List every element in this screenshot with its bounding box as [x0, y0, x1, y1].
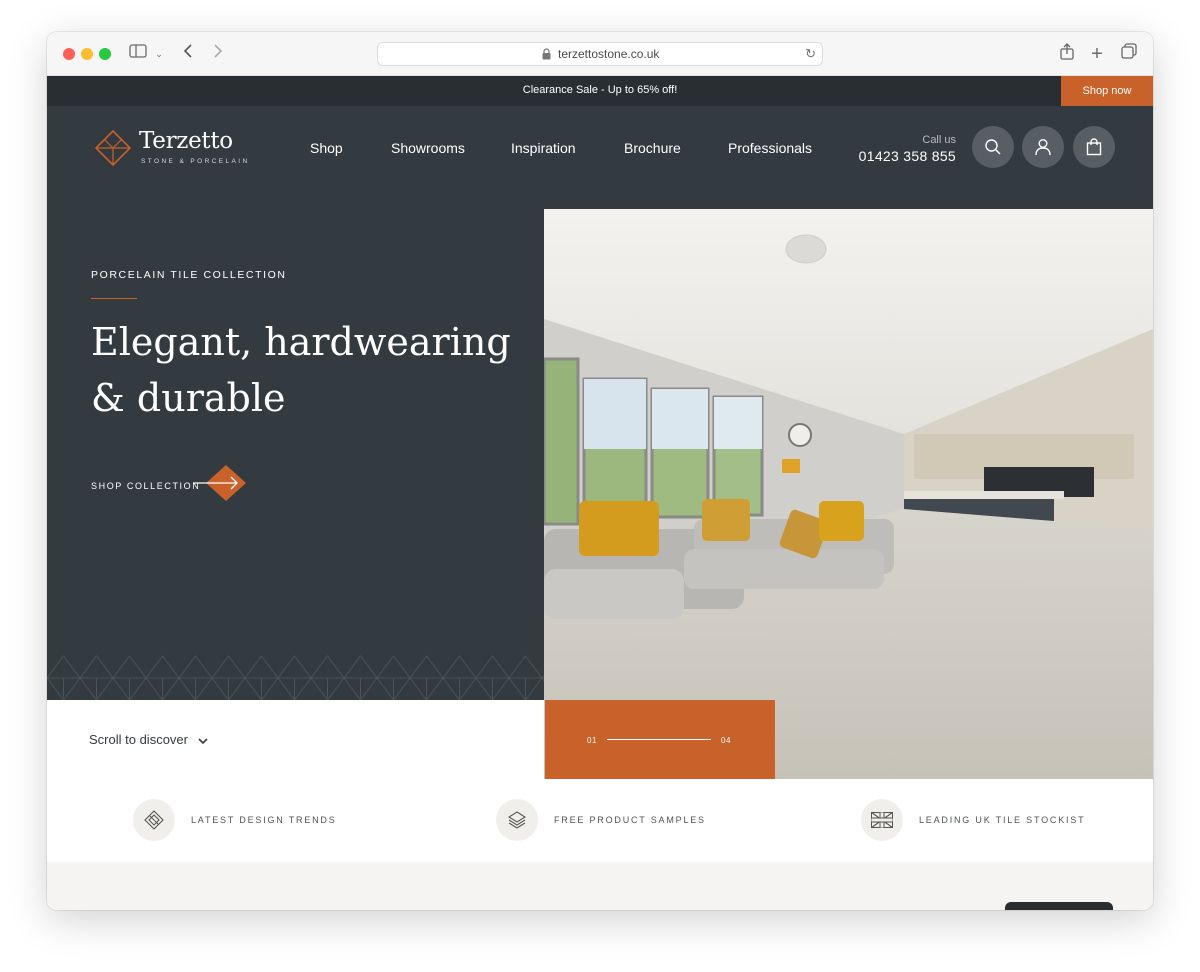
- browser-toolbar: ⌄ terzettostone.co.uk ↻ +: [47, 32, 1153, 76]
- usp-label: FREE PRODUCT SAMPLES: [554, 815, 706, 825]
- eyebrow-divider: [91, 298, 137, 299]
- tab-overview-icon[interactable]: [1119, 43, 1139, 65]
- phone-number-link[interactable]: 01423 358 855: [859, 148, 956, 164]
- logo-tagline: STONE & PORCELAIN: [141, 158, 250, 165]
- union-jack-icon: [861, 799, 903, 841]
- logo-wordmark[interactable]: Terzetto: [139, 128, 233, 154]
- account-icon: [1035, 139, 1051, 156]
- slide-progress-line: [607, 739, 711, 740]
- forward-arrow-icon[interactable]: [209, 43, 227, 65]
- shop-now-button[interactable]: Shop now: [1061, 76, 1153, 106]
- geometric-pattern: [47, 655, 544, 700]
- web-page: Clearance Sale - Up to 65% off! Shop now…: [47, 76, 1153, 910]
- cart-button[interactable]: [1073, 126, 1115, 168]
- chevron-down-icon[interactable]: ⌄: [153, 43, 165, 65]
- lock-icon: [542, 48, 551, 60]
- call-us-label: Call us: [922, 134, 956, 146]
- reload-icon[interactable]: ↻: [805, 46, 816, 62]
- share-icon[interactable]: [1057, 43, 1077, 65]
- slide-total-number: 04: [721, 736, 731, 745]
- zoom-window-button[interactable]: [99, 48, 111, 60]
- browser-window: ⌄ terzettostone.co.uk ↻ + Clearance Sale…: [47, 32, 1153, 910]
- layers-icon: [496, 799, 538, 841]
- nav-inspiration[interactable]: Inspiration: [511, 140, 576, 156]
- hero-eyebrow: PORCELAIN TILE COLLECTION: [91, 269, 287, 281]
- nav-brochure[interactable]: Brochure: [624, 140, 681, 156]
- shop-collection-link[interactable]: SHOP COLLECTION: [91, 481, 200, 491]
- next-section-band: [47, 862, 1153, 910]
- site-header: Terzetto STONE & PORCELAIN Shop Showroom…: [47, 106, 1153, 209]
- slide-current-number: 01: [587, 736, 597, 745]
- hero-image-living-room: [544, 209, 1153, 779]
- logo-diamond-icon[interactable]: [95, 130, 131, 166]
- chat-widget-tab[interactable]: [1005, 902, 1113, 910]
- chevron-down-icon[interactable]: [197, 735, 209, 747]
- usp-label: LEADING UK TILE STOCKIST: [919, 815, 1086, 825]
- sidebar-icon[interactable]: [127, 43, 149, 65]
- back-arrow-icon[interactable]: [179, 43, 197, 65]
- address-bar[interactable]: terzettostone.co.uk ↻: [377, 42, 823, 66]
- nav-shop[interactable]: Shop: [310, 140, 343, 156]
- minimize-window-button[interactable]: [81, 48, 93, 60]
- hero-title: Elegant, hardwearing & durable: [91, 320, 511, 420]
- new-tab-icon[interactable]: +: [1087, 43, 1107, 65]
- promo-text: Clearance Sale - Up to 65% off!: [522, 84, 678, 96]
- scroll-to-discover-link[interactable]: Scroll to discover: [89, 732, 188, 747]
- close-window-button[interactable]: [63, 48, 75, 60]
- nav-showrooms[interactable]: Showrooms: [391, 140, 465, 156]
- slide-indicator: 01 04: [545, 700, 775, 779]
- diamond-tile-icon: [133, 799, 175, 841]
- arrow-right-icon[interactable]: [193, 465, 246, 501]
- usp-label: LATEST DESIGN TRENDS: [191, 815, 337, 825]
- url-text: terzettostone.co.uk: [558, 47, 660, 61]
- search-icon: [985, 139, 1001, 155]
- promo-bar: Clearance Sale - Up to 65% off! Shop now: [47, 76, 1153, 106]
- cart-icon: [1086, 138, 1102, 156]
- nav-professionals[interactable]: Professionals: [728, 140, 812, 156]
- search-button[interactable]: [972, 126, 1014, 168]
- account-button[interactable]: [1022, 126, 1064, 168]
